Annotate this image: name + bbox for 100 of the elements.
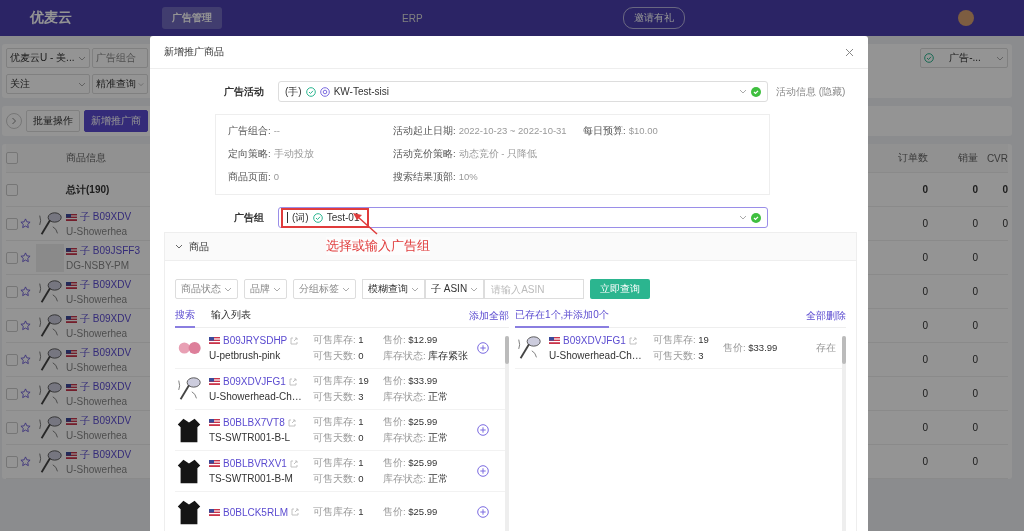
asin-link[interactable]: B0BLBX7VT8 bbox=[223, 417, 285, 428]
search-mode-select[interactable]: 精准查询 bbox=[92, 74, 148, 94]
checkbox[interactable] bbox=[6, 421, 18, 434]
campaign-select[interactable]: (手) KW-Test-sisi bbox=[278, 81, 768, 102]
product-name: TS-SWTR001-B-M bbox=[209, 473, 294, 484]
asin-link[interactable]: 子 B09XDV bbox=[80, 414, 132, 428]
star-icon[interactable] bbox=[20, 320, 31, 331]
checkbox[interactable] bbox=[6, 217, 18, 230]
add-all-link[interactable]: 添加全部 bbox=[469, 309, 509, 323]
asin-link[interactable]: B09XDVJFG1 bbox=[563, 335, 626, 346]
checkbox[interactable] bbox=[6, 455, 18, 468]
info-label: 每日预算: bbox=[583, 125, 626, 138]
product-name: U-Showerhea bbox=[66, 430, 129, 441]
add-icon[interactable] bbox=[477, 465, 489, 477]
portfolio-select[interactable]: 广告组合 bbox=[92, 48, 148, 68]
app-logo[interactable]: 优麦云 bbox=[30, 9, 72, 27]
checkbox[interactable] bbox=[6, 353, 18, 366]
add-icon[interactable] bbox=[477, 506, 489, 518]
column-header[interactable]: 销量 bbox=[928, 151, 978, 165]
checkbox[interactable] bbox=[6, 251, 18, 264]
external-link-icon[interactable] bbox=[291, 508, 300, 516]
asin-link[interactable]: B09JRYSDHP bbox=[223, 335, 288, 346]
external-link-icon[interactable] bbox=[289, 459, 298, 468]
star-icon[interactable] bbox=[20, 388, 31, 399]
us-flag-icon bbox=[549, 337, 560, 344]
invite-button[interactable]: 邀请有礼 bbox=[622, 7, 685, 29]
asin-link[interactable]: B0BLBVRXV1 bbox=[223, 458, 287, 469]
external-link-icon[interactable] bbox=[628, 336, 637, 345]
showerhead-photo bbox=[36, 413, 64, 442]
days-info: 可售天数: 0 bbox=[313, 349, 365, 363]
asin-input[interactable]: 请输入ASIN bbox=[484, 279, 585, 299]
asin-link[interactable]: B09XDVJFG1 bbox=[223, 376, 286, 387]
campaign-info-link[interactable]: 活动信息 (隐藏) bbox=[776, 84, 846, 99]
us-flag-icon bbox=[209, 419, 220, 426]
table-cell-text: 0 bbox=[971, 184, 978, 195]
query-button[interactable]: 立即查询 bbox=[590, 279, 651, 299]
table-cell-text: 0 bbox=[971, 422, 978, 433]
days-info: 可售天数: 0 bbox=[313, 472, 365, 486]
collapse-icon[interactable] bbox=[175, 244, 183, 249]
close-button[interactable] bbox=[845, 47, 854, 57]
table-cell-text: 0 bbox=[921, 388, 928, 399]
filter-select[interactable]: 分组标签 bbox=[293, 279, 356, 299]
star-icon[interactable] bbox=[20, 252, 31, 263]
sweater-photo bbox=[175, 457, 203, 485]
info-label: 广告组合: bbox=[228, 125, 271, 138]
asin-link[interactable]: 子 B09XDV bbox=[80, 210, 132, 224]
product-name: U-Showerhea bbox=[66, 328, 129, 339]
list-tab[interactable]: 输入列表 bbox=[211, 304, 251, 328]
chevron-down-icon bbox=[78, 81, 86, 87]
us-flag-icon bbox=[209, 460, 220, 467]
ad-status-select[interactable]: 广告-... bbox=[920, 48, 1008, 68]
nav-tab[interactable]: ERP bbox=[392, 8, 433, 28]
added-tab[interactable]: 已存在1个,并添加0个 bbox=[515, 304, 609, 328]
asin-link[interactable]: 子 B09XDV bbox=[80, 380, 132, 394]
star-icon[interactable] bbox=[20, 354, 31, 365]
checkbox[interactable] bbox=[6, 152, 18, 164]
asin-type-select[interactable]: 子 ASIN bbox=[425, 279, 485, 299]
filter-select[interactable]: 商品状态 bbox=[175, 279, 238, 299]
user-avatar[interactable] bbox=[958, 10, 974, 26]
remove-all-link[interactable]: 全部删除 bbox=[806, 309, 846, 323]
asin-link[interactable]: 子 B09XDV bbox=[80, 278, 132, 292]
checkbox[interactable] bbox=[6, 285, 18, 298]
group-name: Test-01 bbox=[326, 212, 360, 223]
ad-group-select[interactable]: (词) Test-01 bbox=[278, 207, 768, 228]
asin-link[interactable]: B0BLCK5RLM bbox=[223, 506, 289, 518]
checkbox[interactable] bbox=[6, 183, 18, 196]
star-icon[interactable] bbox=[20, 456, 31, 467]
price-info: 售价: $12.99 bbox=[383, 333, 439, 347]
list-tab[interactable]: 搜索 bbox=[175, 304, 195, 328]
add-product-button[interactable]: 新增推广商 bbox=[84, 110, 148, 132]
bulk-action-button[interactable]: 批量操作 bbox=[26, 110, 80, 132]
checkbox[interactable] bbox=[6, 387, 18, 400]
match-mode-select[interactable]: 模糊查询 bbox=[362, 279, 425, 299]
table-cell-text: 0 bbox=[971, 286, 978, 297]
external-link-icon[interactable] bbox=[290, 336, 299, 345]
follow-select[interactable]: 关注 bbox=[6, 74, 90, 94]
product-name: DG-NSBY-PM bbox=[66, 260, 130, 271]
filter-select[interactable]: 品牌 bbox=[244, 279, 287, 299]
add-icon[interactable] bbox=[477, 424, 489, 436]
column-header[interactable]: CVR bbox=[978, 152, 1008, 164]
target-icon bbox=[319, 86, 330, 97]
column-header[interactable]: 订单数 bbox=[868, 151, 928, 165]
asin-link[interactable]: 子 B09JSFF3 bbox=[79, 244, 140, 258]
asin-link[interactable]: 子 B09XDV bbox=[80, 448, 132, 462]
stock-info: 可售库存: 1 bbox=[313, 456, 365, 470]
external-link-icon[interactable] bbox=[287, 418, 296, 427]
star-icon[interactable] bbox=[20, 422, 31, 433]
expand-button[interactable] bbox=[6, 113, 22, 129]
stock-info: 可售库存: 1 bbox=[313, 415, 365, 429]
add-icon[interactable] bbox=[477, 342, 489, 354]
product-name: U-Showerhea bbox=[66, 396, 129, 407]
star-icon[interactable] bbox=[20, 218, 31, 229]
asin-link[interactable]: 子 B09XDV bbox=[80, 312, 132, 326]
external-link-icon[interactable] bbox=[288, 377, 297, 386]
checkbox[interactable] bbox=[6, 319, 18, 332]
star-icon[interactable] bbox=[20, 286, 31, 297]
store-select[interactable]: 优麦云U - 美... bbox=[6, 48, 90, 68]
asin-link[interactable]: 子 B09XDV bbox=[80, 346, 132, 360]
showerhead-photo bbox=[36, 209, 64, 238]
price-info: 售价: $33.99 bbox=[723, 341, 779, 355]
